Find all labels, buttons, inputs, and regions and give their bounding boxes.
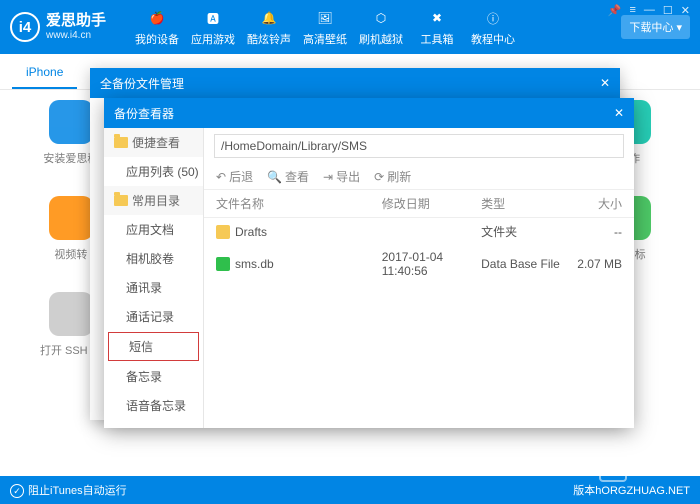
toolbar: ↶后退 🔍查看 ⇥导出 ⟳刷新 <box>204 164 634 190</box>
sidebar-group-quickview[interactable]: 便捷查看 <box>104 128 203 157</box>
logo-icon: i4 <box>10 12 40 42</box>
refresh-button[interactable]: ⟳刷新 <box>374 168 411 185</box>
table-header: 文件名称 修改日期 类型 大小 <box>204 190 634 218</box>
sidebar-item-appdocs[interactable]: 应用文档 <box>104 215 203 244</box>
sidebar-item-notes[interactable]: 备忘录 <box>104 362 203 391</box>
folder-icon <box>216 225 230 239</box>
file-size: -- <box>564 225 622 239</box>
file-name: Drafts <box>235 225 267 239</box>
path-input[interactable] <box>214 134 624 158</box>
logo: i4 爱思助手 www.i4.cn <box>10 12 130 42</box>
nav-wallpapers[interactable]: 🖼高清壁纸 <box>298 3 352 51</box>
tool-icon[interactable] <box>49 100 93 144</box>
bell-icon: 🔔 <box>258 7 280 29</box>
col-size[interactable]: 大小 <box>564 195 622 212</box>
status-bar: ✓阻止iTunes自动运行 版本hORGZHUAG.NET <box>0 476 700 504</box>
backup-viewer-modal: 备份查看器 ✕ 便捷查看 应用列表 (50) 常用目录 应用文档 相机胶卷 通讯… <box>104 98 634 428</box>
modal-close-icon[interactable]: ✕ <box>600 76 610 90</box>
view-button[interactable]: 🔍查看 <box>267 168 309 185</box>
file-type: Data Base File <box>481 257 564 271</box>
app-name: 爱思助手 <box>46 13 106 30</box>
nav-jailbreak[interactable]: ⬡刷机越狱 <box>354 3 408 51</box>
sidebar-item-sms[interactable]: 短信 <box>108 332 199 361</box>
info-icon: ⓘ <box>482 7 504 29</box>
table-row[interactable]: Drafts 文件夹 -- <box>204 218 634 245</box>
folder-icon <box>114 195 128 206</box>
window-controls: 📌 ≡ — ☐ ✕ <box>602 0 696 21</box>
apple-icon: 🍎 <box>146 7 168 29</box>
folder-icon <box>114 137 128 148</box>
back-button[interactable]: ↶后退 <box>216 168 253 185</box>
minimize-icon[interactable]: — <box>644 4 655 17</box>
close-icon[interactable]: ✕ <box>681 4 690 17</box>
back-icon: ↶ <box>216 170 226 184</box>
tools-icon: ✖ <box>426 7 448 29</box>
sidebar-item-safari[interactable]: Safari 书签 <box>104 420 203 428</box>
refresh-icon: ⟳ <box>374 170 384 184</box>
file-type: 文件夹 <box>481 223 564 240</box>
col-name[interactable]: 文件名称 <box>216 195 382 212</box>
modal-title: 备份查看器 <box>114 105 174 122</box>
sidebar-group-common[interactable]: 常用目录 <box>104 186 203 215</box>
watermark-text: 系统之家 <box>630 460 678 477</box>
nav-toolbox[interactable]: ✖工具箱 <box>410 3 464 51</box>
file-content: ↶后退 🔍查看 ⇥导出 ⟳刷新 文件名称 修改日期 类型 大小 Drafts 文… <box>204 128 634 428</box>
app-header: i4 爱思助手 www.i4.cn 🍎我的设备 🅰应用游戏 🔔酷炫铃声 🖼高清壁… <box>0 0 700 54</box>
export-icon: ⇥ <box>323 170 333 184</box>
maximize-icon[interactable]: ☐ <box>663 4 673 17</box>
itunes-block-toggle[interactable]: ✓阻止iTunes自动运行 <box>10 482 127 499</box>
export-button[interactable]: ⇥导出 <box>323 168 360 185</box>
nav-tutorials[interactable]: ⓘ教程中心 <box>466 3 520 51</box>
database-icon <box>216 257 230 271</box>
file-date: 2017-01-04 11:40:56 <box>382 250 481 278</box>
col-type[interactable]: 类型 <box>481 195 564 212</box>
modal-close-icon[interactable]: ✕ <box>614 106 624 120</box>
table-row[interactable]: sms.db 2017-01-04 11:40:56 Data Base Fil… <box>204 245 634 283</box>
version-text: 版本hORGZHUAG.NET <box>573 482 690 498</box>
nav-apps[interactable]: 🅰应用游戏 <box>186 3 240 51</box>
top-nav: 🍎我的设备 🅰应用游戏 🔔酷炫铃声 🖼高清壁纸 ⬡刷机越狱 ✖工具箱 ⓘ教程中心 <box>130 3 621 51</box>
sidebar-item-applist[interactable]: 应用列表 (50) <box>104 157 203 186</box>
sidebar-item-calllog[interactable]: 通话记录 <box>104 302 203 331</box>
col-date[interactable]: 修改日期 <box>382 195 481 212</box>
image-icon: 🖼 <box>314 7 336 29</box>
sidebar-item-contacts[interactable]: 通讯录 <box>104 273 203 302</box>
sidebar-item-voicememos[interactable]: 语音备忘录 <box>104 391 203 420</box>
tab-iphone[interactable]: iPhone <box>12 57 77 89</box>
nav-ringtones[interactable]: 🔔酷炫铃声 <box>242 3 296 51</box>
app-url: www.i4.cn <box>46 30 106 41</box>
appstore-icon: 🅰 <box>202 7 224 29</box>
sidebar-item-cameraroll[interactable]: 相机胶卷 <box>104 244 203 273</box>
tool-icon[interactable] <box>49 292 93 336</box>
tool-label: 视频转 <box>54 246 87 262</box>
menu-icon[interactable]: ≡ <box>629 4 635 17</box>
search-icon: 🔍 <box>267 170 282 184</box>
file-name: sms.db <box>235 257 274 271</box>
pin-icon[interactable]: 📌 <box>608 4 622 17</box>
tool-icon[interactable] <box>49 196 93 240</box>
modal-title: 全备份文件管理 <box>100 75 184 92</box>
box-icon: ⬡ <box>370 7 392 29</box>
nav-my-device[interactable]: 🍎我的设备 <box>130 3 184 51</box>
file-size: 2.07 MB <box>564 257 622 271</box>
check-icon: ✓ <box>10 484 24 498</box>
table-body: Drafts 文件夹 -- sms.db 2017-01-04 11:40:56… <box>204 218 634 428</box>
sidebar: 便捷查看 应用列表 (50) 常用目录 应用文档 相机胶卷 通讯录 通话记录 短… <box>104 128 204 428</box>
